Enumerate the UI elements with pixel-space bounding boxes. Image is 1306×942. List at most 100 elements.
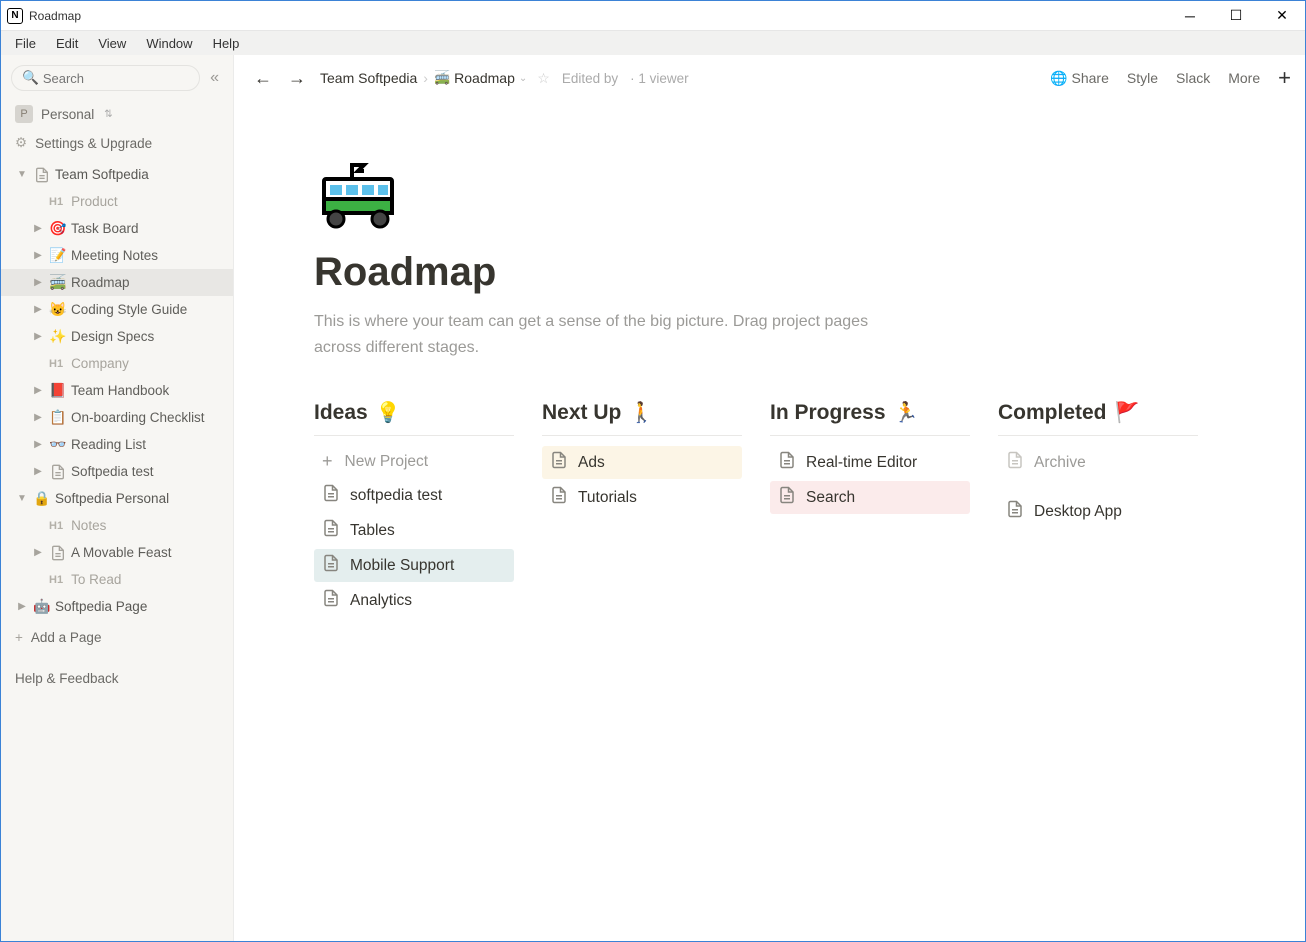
settings-label: Settings & Upgrade (35, 136, 152, 151)
help-feedback[interactable]: Help & Feedback (1, 659, 233, 698)
sidebar-item-team-softpedia[interactable]: ▼Team Softpedia (1, 161, 233, 188)
board-card[interactable]: Archive (998, 446, 1198, 479)
minimize-button[interactable]: ─ (1167, 1, 1213, 31)
emoji-icon: 📕 (49, 382, 67, 399)
sidebar-item-roadmap[interactable]: ▶🚎Roadmap (1, 269, 233, 296)
tree-item-label: To Read (71, 572, 121, 587)
board-card[interactable]: Analytics (314, 584, 514, 617)
emoji-icon: 🚎 (49, 274, 67, 291)
tree-item-label: A Movable Feast (71, 545, 172, 560)
emoji-icon: 👓 (49, 436, 67, 453)
sidebar-item-product[interactable]: H1Product (1, 188, 233, 215)
column-title: Next Up (542, 401, 621, 425)
page-cover-icon[interactable] (314, 151, 1305, 244)
search-input[interactable] (43, 71, 189, 86)
maximize-button[interactable]: ☐ (1213, 1, 1259, 31)
add-page-label: Add a Page (31, 630, 102, 645)
share-button[interactable]: 🌐 Share (1050, 70, 1109, 87)
app-icon: N (7, 8, 23, 24)
sidebar-item-coding-style-guide[interactable]: ▶😺Coding Style Guide (1, 296, 233, 323)
sidebar-item-softpedia-page[interactable]: ▶🤖Softpedia Page (1, 593, 233, 620)
sidebar-item-reading-list[interactable]: ▶👓Reading List (1, 431, 233, 458)
new-project-label: New Project (345, 453, 429, 471)
document-icon (1006, 500, 1024, 523)
board-card[interactable]: Real-time Editor (770, 446, 970, 479)
document-icon (322, 519, 340, 542)
column-title: Completed (998, 401, 1107, 425)
tree-item-label: Softpedia test (71, 464, 154, 479)
sidebar-item-design-specs[interactable]: ▶✨Design Specs (1, 323, 233, 350)
add-page-button[interactable]: + Add a Page (1, 624, 233, 651)
expand-icon: ▶ (31, 412, 45, 423)
breadcrumb-item-1[interactable]: 🚎 Roadmap ⌄ (434, 70, 527, 86)
expand-icon: ▶ (31, 385, 45, 396)
page-description[interactable]: This is where your team can get a sense … (314, 309, 914, 360)
slack-button[interactable]: Slack (1176, 70, 1210, 86)
column-header[interactable]: Ideas 💡 (314, 400, 514, 436)
expand-icon: ▼ (15, 493, 29, 504)
page-title[interactable]: Roadmap (314, 250, 1305, 295)
breadcrumb-item-0[interactable]: Team Softpedia (320, 70, 417, 86)
card-label: Archive (1034, 454, 1086, 472)
document-icon (550, 486, 568, 509)
sidebar-item-meeting-notes[interactable]: ▶📝Meeting Notes (1, 242, 233, 269)
column-title: Ideas (314, 401, 368, 425)
content-scroll[interactable]: Roadmap This is where your team can get … (234, 101, 1305, 941)
topbar: ← → Team Softpedia › 🚎 Roadmap ⌄ ☆ Edite… (234, 55, 1305, 101)
expand-icon: ▶ (31, 223, 45, 234)
board-card[interactable]: Tables (314, 514, 514, 547)
workspace-switcher[interactable]: P Personal ⇅ (1, 99, 233, 129)
close-button[interactable]: ✕ (1259, 1, 1305, 31)
menu-help[interactable]: Help (203, 34, 250, 53)
tree-item-label: Notes (71, 518, 106, 533)
tree-item-label: Company (71, 356, 129, 371)
settings-upgrade[interactable]: ⚙ Settings & Upgrade (1, 129, 233, 157)
board-card[interactable]: Ads (542, 446, 742, 479)
nav-back-button[interactable]: ← (248, 64, 278, 93)
breadcrumb-label: Roadmap (454, 70, 515, 86)
tram-icon: 🚎 (434, 70, 450, 86)
sidebar-item-to-read[interactable]: H1To Read (1, 566, 233, 593)
document-icon (322, 484, 340, 507)
tree-item-label: Softpedia Personal (55, 491, 169, 506)
column-header[interactable]: In Progress🏃 (770, 400, 970, 436)
column-emoji-icon: 🏃 (894, 400, 919, 425)
expand-icon: ▶ (31, 250, 45, 261)
menu-file[interactable]: File (5, 34, 46, 53)
column-header[interactable]: Completed 🚩 (998, 400, 1198, 436)
sidebar-item-team-handbook[interactable]: ▶📕Team Handbook (1, 377, 233, 404)
sidebar-item-softpedia-personal[interactable]: ▼🔒Softpedia Personal (1, 485, 233, 512)
breadcrumb-label: Team Softpedia (320, 70, 417, 86)
emoji-icon: 📝 (49, 247, 67, 264)
document-icon (778, 486, 796, 509)
nav-forward-button[interactable]: → (282, 64, 312, 93)
board-card[interactable]: Tutorials (542, 481, 742, 514)
sidebar-item-notes[interactable]: H1Notes (1, 512, 233, 539)
favorite-star-icon[interactable]: ☆ (537, 70, 550, 87)
menu-window[interactable]: Window (136, 34, 202, 53)
board-card[interactable]: Desktop App (998, 495, 1198, 528)
new-project-button[interactable]: +New Project (314, 446, 514, 477)
column-header[interactable]: Next Up🚶 (542, 400, 742, 436)
sidebar-item-softpedia-test[interactable]: ▶Softpedia test (1, 458, 233, 485)
new-page-button[interactable]: + (1278, 65, 1291, 91)
menu-view[interactable]: View (88, 34, 136, 53)
column-emoji-icon: 💡 (376, 400, 401, 425)
sidebar-item-a-movable-feast[interactable]: ▶A Movable Feast (1, 539, 233, 566)
document-icon (550, 451, 568, 474)
sidebar-item-company[interactable]: H1Company (1, 350, 233, 377)
plus-icon: + (15, 630, 23, 645)
collapse-sidebar-button[interactable]: « (206, 65, 223, 91)
board-card[interactable]: Mobile Support (314, 549, 514, 582)
menu-edit[interactable]: Edit (46, 34, 88, 53)
more-button[interactable]: More (1228, 70, 1260, 86)
column-emoji-icon: 🚩 (1115, 400, 1140, 425)
board-card[interactable]: Search (770, 481, 970, 514)
sidebar-item-task-board[interactable]: ▶🎯Task Board (1, 215, 233, 242)
style-button[interactable]: Style (1127, 70, 1158, 86)
search-box[interactable]: 🔍 (11, 65, 200, 91)
board-card[interactable]: softpedia test (314, 479, 514, 512)
gear-icon: ⚙ (15, 135, 27, 151)
document-icon (322, 589, 340, 612)
sidebar-item-on-boarding-checklist[interactable]: ▶📋On-boarding Checklist (1, 404, 233, 431)
